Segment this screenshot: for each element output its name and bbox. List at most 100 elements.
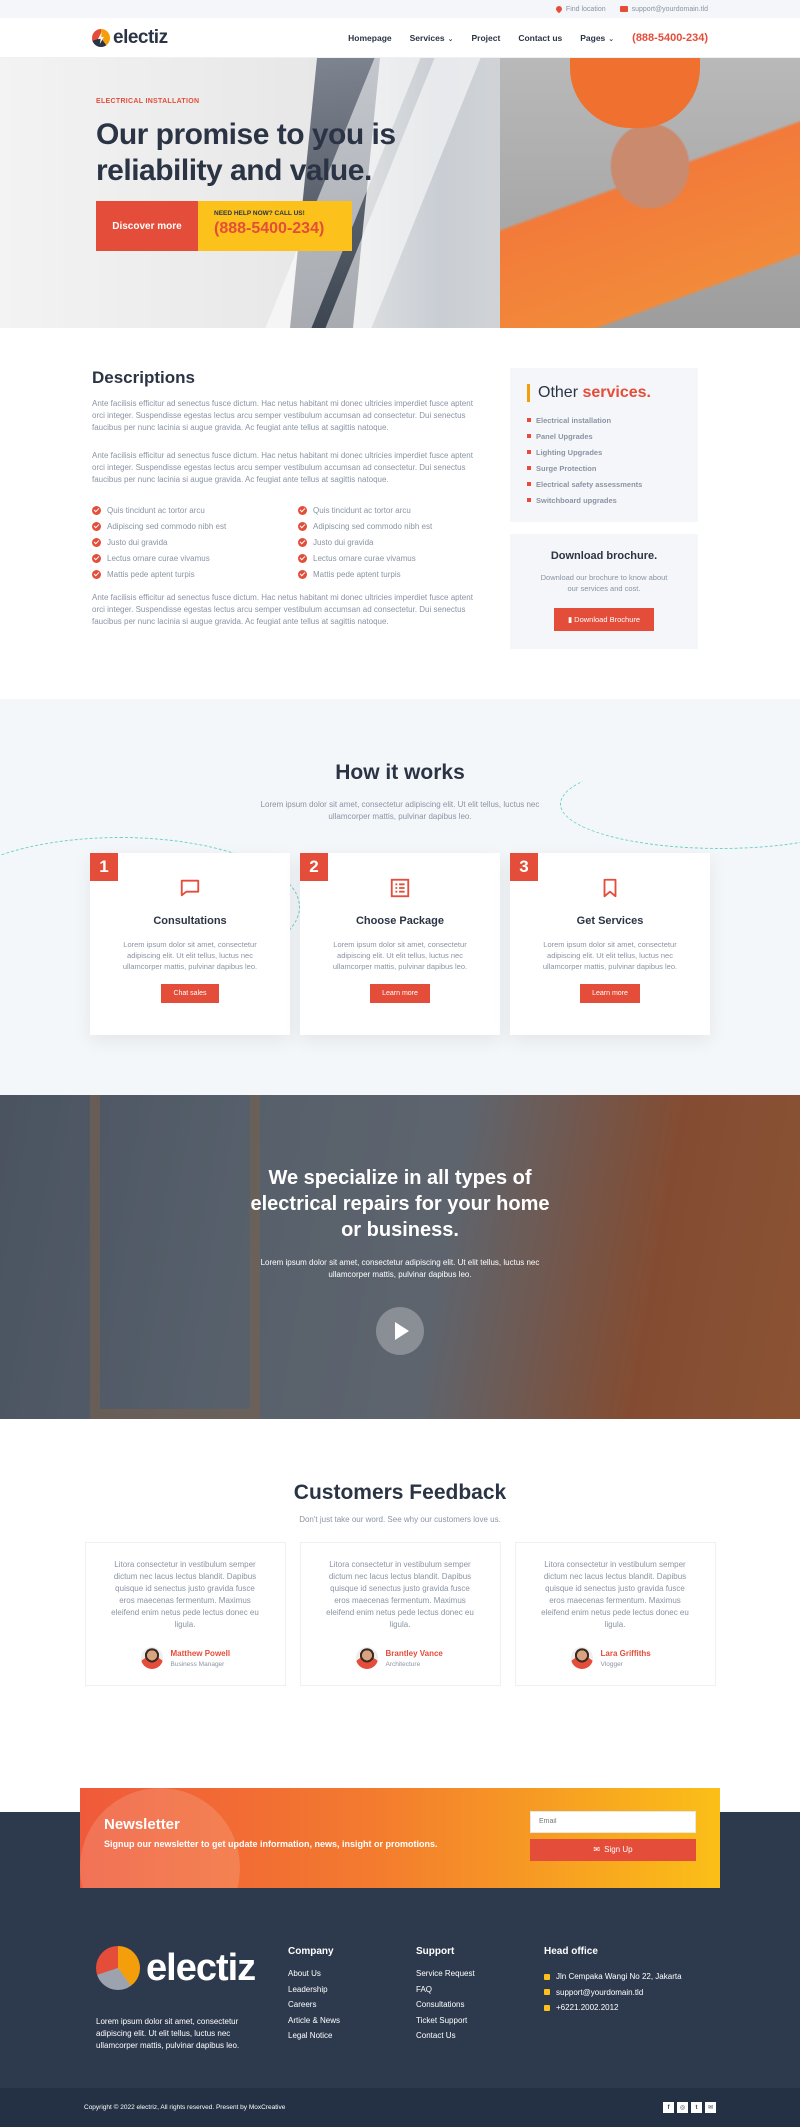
testimonial-role: Vlogger (600, 1660, 623, 1668)
twitter-icon[interactable]: t (691, 2102, 702, 2113)
footer-link[interactable]: FAQ (416, 1985, 544, 2001)
call-box[interactable]: NEED HELP NOW? CALL US! (888-5400-234) (198, 201, 352, 251)
video-section: We specialize in all types of electrical… (0, 1095, 800, 1419)
brochure-text: Download our brochure to know about our … (540, 573, 668, 593)
testimonial-name: Lara Griffiths (600, 1648, 651, 1658)
footer-link[interactable]: Ticket Support (416, 2016, 544, 2032)
description-paragraph: Ante facilisis efficitur ad senectus fus… (92, 399, 473, 432)
footer-link[interactable]: Legal Notice (288, 2031, 416, 2047)
chat-icon (180, 879, 200, 897)
step-number: 1 (90, 853, 118, 881)
brochure-title: Download brochure. (550, 550, 658, 562)
nav-homepage[interactable]: Homepage (348, 33, 391, 43)
instagram-icon[interactable]: ◎ (677, 2102, 688, 2113)
site-header: electiz Homepage Services ⌄ Project Conta… (0, 18, 800, 58)
footer-link[interactable]: Consultations (416, 2000, 544, 2016)
chevron-down-icon: ⌄ (447, 36, 454, 43)
learn-more-button[interactable]: Learn more (580, 984, 640, 1003)
testimonial-name: Matthew Powell (170, 1648, 231, 1658)
check-item: Lectus ornare curae vivamus (298, 550, 478, 566)
newsletter-banner: Newsletter Signup our newsletter to get … (80, 1788, 720, 1888)
footer-link[interactable]: Careers (288, 2000, 416, 2016)
step-text: Lorem ipsum dolor sit amet, consectetur … (332, 940, 468, 971)
play-button-icon[interactable] (376, 1307, 424, 1355)
main-nav: Homepage Services ⌄ Project Contact us Pa… (348, 32, 708, 44)
learn-more-button[interactable]: Learn more (370, 984, 430, 1003)
mail-icon: ✉ (593, 1845, 601, 1854)
list-icon (390, 878, 410, 898)
description-paragraph: Ante facilisis efficitur ad senectus fus… (92, 593, 473, 626)
descriptions-section: Descriptions Ante facilisis efficitur ad… (0, 328, 800, 699)
location-link[interactable]: Find location (554, 4, 606, 14)
testimonial-card: Litora consectetur in vestibulum semper … (84, 1542, 286, 1686)
feedback-title: Customers Feedback (293, 1481, 507, 1504)
step-text: Lorem ipsum dolor sit amet, consectetur … (122, 940, 258, 971)
check-icon (298, 521, 307, 531)
facebook-icon[interactable]: f (663, 2102, 674, 2113)
check-item: Justo dui gravida (92, 534, 272, 550)
email-icon[interactable]: ✉ (705, 2102, 716, 2113)
service-link[interactable]: Electrical installation (527, 412, 681, 428)
logo[interactable]: electiz (92, 27, 168, 49)
step-card: 2 Choose Package Lorem ipsum dolor sit a… (300, 853, 500, 1035)
download-brochure-button[interactable]: ▮ Download Brochure (553, 608, 655, 631)
check-item: Justo dui gravida (298, 534, 478, 550)
feedback-section: Customers Feedback Don't just take our w… (0, 1419, 800, 1766)
footer-link[interactable]: Contact Us (416, 2031, 544, 2047)
footer-about: Lorem ipsum dolor sit amet, consectetur … (96, 2017, 240, 2050)
discover-more-button[interactable]: Discover more (96, 201, 198, 251)
map-pin-icon (554, 4, 564, 14)
check-icon (298, 505, 307, 515)
header-phone[interactable]: (888-5400-234) (632, 32, 708, 44)
check-icon (92, 537, 101, 547)
footer-heading: Head office (544, 1946, 598, 1957)
footer-heading: Support (416, 1946, 455, 1957)
footer-logo[interactable]: electiz (96, 1946, 288, 1990)
video-title: We specialize in all types of electrical… (250, 1167, 550, 1241)
feedback-subtitle: Don't just take our word. See why our cu… (299, 1515, 501, 1524)
office-phone[interactable]: +6221.2002.2012 (544, 2000, 714, 2016)
footer-link[interactable]: About Us (288, 1969, 416, 1985)
email-link[interactable]: support@yourdomain.tld (619, 6, 708, 13)
chat-sales-button[interactable]: Chat sales (161, 984, 219, 1003)
check-item: Lectus ornare curae vivamus (92, 550, 272, 566)
top-bar: Find location support@yourdomain.tld (0, 0, 800, 18)
nav-services[interactable]: Services ⌄ (410, 33, 454, 43)
check-item: Mattis pede aptent turpis (298, 566, 478, 582)
service-link[interactable]: Panel Upgrades (527, 428, 681, 444)
bolt-logo-icon (96, 1946, 140, 1990)
hero: ELECTRICAL INSTALLATION Our promise to y… (0, 58, 800, 328)
testimonial-text: Litora consectetur in vestibulum semper … (111, 1560, 259, 1629)
nav-contact[interactable]: Contact us (518, 33, 562, 43)
sign-up-button[interactable]: ✉ Sign Up (530, 1838, 696, 1861)
descriptions-title: Descriptions (92, 368, 195, 387)
service-link[interactable]: Electrical safety assessments (527, 476, 681, 492)
footer-link[interactable]: Leadership (288, 1985, 416, 2001)
footer-link[interactable]: Article & News (288, 2016, 416, 2032)
how-it-works-section: How it works Lorem ipsum dolor sit amet,… (0, 699, 800, 1095)
nav-project[interactable]: Project (471, 33, 500, 43)
step-card: 3 Get Services Lorem ipsum dolor sit ame… (510, 853, 710, 1035)
step-title: Get Services (576, 915, 644, 927)
bolt-decor-icon (80, 1788, 240, 1888)
check-icon (298, 537, 307, 547)
file-icon: ▮ (567, 615, 573, 624)
map-pin-icon (544, 1973, 550, 1980)
step-number: 2 (300, 853, 328, 881)
check-icon (298, 569, 307, 579)
footer-heading: Company (288, 1946, 334, 1957)
newsletter-email-input[interactable] (530, 1810, 696, 1833)
service-link[interactable]: Switchboard upgrades (527, 492, 681, 508)
bolt-logo-icon (92, 29, 110, 47)
description-paragraph: Ante facilisis efficitur ad senectus fus… (92, 451, 473, 484)
service-link[interactable]: Lighting Upgrades (527, 444, 681, 460)
office-email[interactable]: support@yourdomain.tld (544, 1985, 714, 2001)
chevron-down-icon: ⌄ (608, 36, 615, 43)
mail-icon (544, 1989, 550, 1996)
brochure-box: Download brochure. Download our brochure… (510, 534, 698, 649)
nav-pages[interactable]: Pages ⌄ (580, 33, 614, 43)
footer-link[interactable]: Service Request (416, 1969, 544, 1985)
service-link[interactable]: Surge Protection (527, 460, 681, 476)
check-item: Quis tincidunt ac tortor arcu (92, 502, 272, 518)
checklist: Quis tincidunt ac tortor arcu Adipiscing… (92, 502, 478, 582)
